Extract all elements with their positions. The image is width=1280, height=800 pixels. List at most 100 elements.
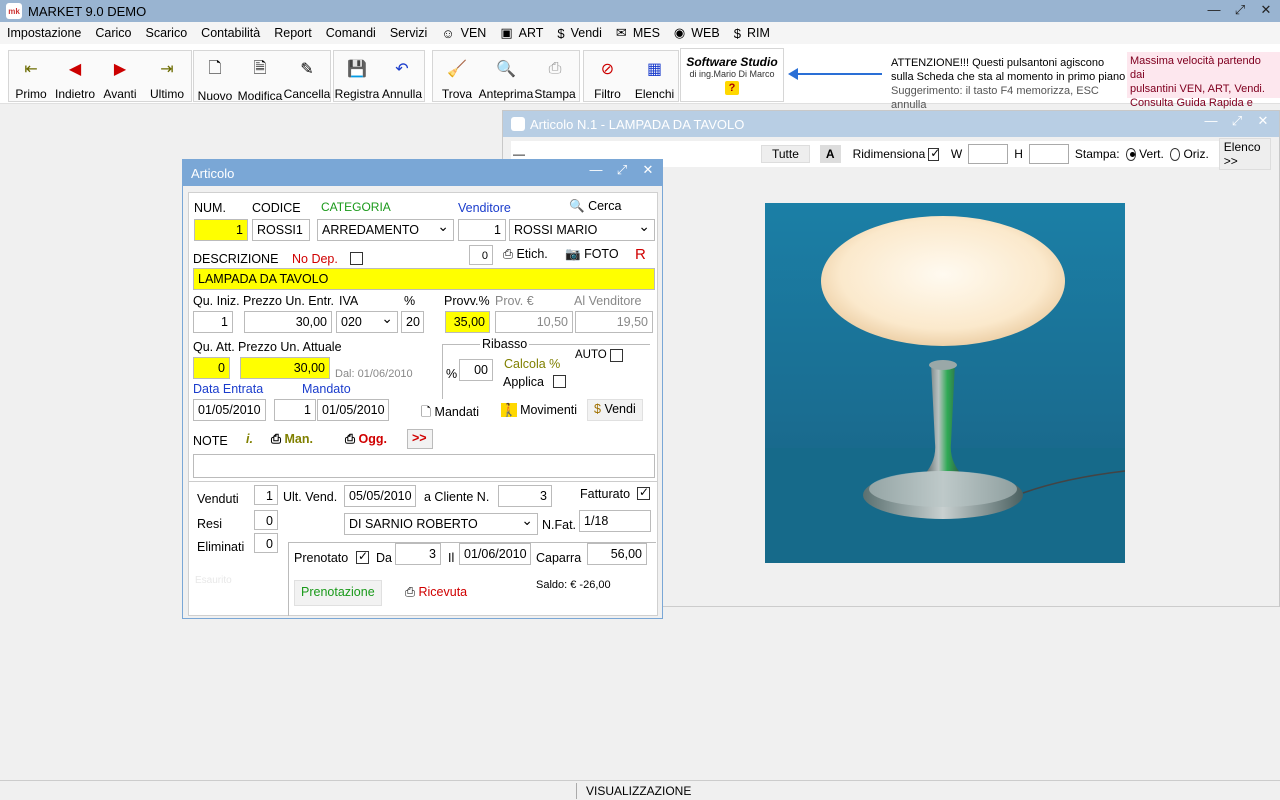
height-input[interactable] [1028,144,1069,164]
vendi-button[interactable]: $ Vendi [587,399,643,421]
menu-comandi[interactable]: Comandi [326,26,376,40]
data-entrata-input[interactable]: 01/05/2010 [193,399,266,421]
list-icon: ▦ [646,61,663,78]
prezzo-entr-input[interactable]: 30,00 [244,311,332,333]
elenco-button[interactable]: Elenco >> [1218,138,1272,170]
maximize-icon[interactable]: ⤢ [614,162,630,178]
stampa-button[interactable]: ⎙ Stampa [531,51,579,101]
filtro-button[interactable]: ⊘ Filtro [584,51,631,101]
tutte-button[interactable]: Tutte [761,145,810,163]
rib-perc-input[interactable]: 00 [459,359,493,381]
caparra-input[interactable]: 56,00 [587,543,647,565]
trova-button[interactable]: 🧹 Trova [433,51,481,101]
help-button[interactable]: ? [725,81,739,95]
ridimensiona-checkbox[interactable] [928,146,940,161]
anteprima-button[interactable]: 🔍 Anteprima [479,51,534,101]
menu-contabilit-[interactable]: Contabilità [201,26,260,40]
app-icon [511,117,525,131]
descrizione-input[interactable]: LAMPADA DA TAVOLO [193,268,655,290]
da-input[interactable]: 3 [395,543,441,565]
menu-art[interactable]: ▣ ART [500,25,543,41]
maximize-icon[interactable]: ⤢ [1229,113,1245,129]
more-button[interactable]: >> [407,429,433,449]
menu-icon: ☺ [441,25,455,41]
r-button[interactable]: R [635,246,646,263]
ultimo-button[interactable]: ⇥ Ultimo [143,51,191,101]
menu-report[interactable]: Report [274,26,312,40]
prezzo-att-input[interactable]: 30,00 [240,357,330,379]
fatturato-label: Fatturato [580,487,631,501]
font-button[interactable]: A [819,145,841,163]
menu-carico[interactable]: Carico [95,26,131,40]
close-icon[interactable]: ✕ [1255,113,1271,129]
close-icon[interactable]: ✕ [640,162,656,178]
maximize-icon[interactable]: ⤢ [1232,2,1248,18]
menu-rim[interactable]: $ RIM [734,26,770,41]
fatturato-checkbox[interactable] [637,485,650,500]
avanti-button[interactable]: ▶ Avanti [97,51,143,101]
elenchi-button[interactable]: ▦ Elenchi [631,51,678,101]
etich-button[interactable]: ⎙ Etich. [503,247,548,262]
ogg-button[interactable]: ⎙ Ogg. [345,432,387,447]
movimenti-button[interactable]: 🚶 Movimenti [501,403,577,418]
categoria-select[interactable]: ARREDAMENTO [317,219,454,241]
foto-button[interactable]: 📷 FOTO [565,247,619,262]
menu-scarico[interactable]: Scarico [145,26,187,40]
nuovo-button[interactable]: 🗋 Nuovo [194,51,236,104]
oriz-radio[interactable] [1169,147,1181,161]
new-doc-icon: 🗋 [208,59,222,77]
menu-icon: ◉ [673,25,686,40]
prenotazione-button[interactable]: Prenotazione [294,580,382,606]
modifica-button[interactable]: 🗎 Modifica [236,51,284,104]
menu-impostazione[interactable]: Impostazione [7,26,81,40]
il-label: Il [448,551,455,565]
vert-radio[interactable] [1125,147,1137,161]
menu-bar: Impostazione Carico Scarico Contabilità Repo… [0,22,1280,44]
applica-checkbox[interactable] [553,375,566,388]
minimize-icon[interactable]: — [588,162,604,178]
num-input[interactable]: 1 [194,219,248,241]
menu-web[interactable]: ◉ WEB [674,25,720,41]
qu-iniz-input[interactable]: 1 [193,311,233,333]
registra-button[interactable]: 💾 Registra [334,51,380,101]
nodep-checkbox[interactable] [350,252,363,265]
venditore-id-input[interactable]: 1 [458,219,506,241]
venditore-select[interactable]: ROSSI MARIO [509,219,655,241]
menu-servizi[interactable]: Servizi [390,26,428,40]
menu-vendi[interactable]: $ Vendi [557,26,602,41]
close-icon[interactable]: ✕ [1258,2,1274,18]
mandato-data-input[interactable]: 01/05/2010 [317,399,389,421]
saldo-label: Saldo: € -26,00 [536,579,611,591]
mandato-label: Mandato [302,382,351,396]
il-input[interactable]: 01/06/2010 [459,543,531,565]
mandato-n-input[interactable]: 1 [274,399,316,421]
minimize-icon[interactable]: — [1206,2,1222,18]
mandati-button[interactable]: 🗋 Mandati [421,403,479,424]
perc-input[interactable]: 20 [401,311,424,333]
etich-count-input[interactable]: 0 [469,245,493,265]
annulla-button[interactable]: ↶ Annulla [380,51,424,101]
perc-label: % [404,294,416,308]
codice-input[interactable]: ROSSI1 [252,219,310,241]
provv-perc-input[interactable]: 35,00 [445,311,490,333]
auto-checkbox[interactable] [610,349,623,362]
man-button[interactable]: ⎙ Man. [271,432,313,447]
iva-select[interactable]: 020 [336,311,398,333]
resi-input: 0 [254,510,278,530]
calcola-label: Calcola % [504,357,561,371]
cerca-button[interactable]: 🔍 Cerca [569,199,621,214]
note-input[interactable] [193,454,655,478]
info-button[interactable]: i. [246,432,253,446]
qu-att-input[interactable]: 0 [193,357,230,379]
menu-ven[interactable]: ☺ VEN [441,26,486,41]
indietro-button[interactable]: ◀ Indietro [53,51,97,101]
width-input[interactable] [968,144,1009,164]
ricevuta-button[interactable]: ⎙ Ricevuta [405,585,467,600]
menu-mes[interactable]: ✉ MES [616,25,660,41]
primo-button[interactable]: ⇤ Primo [9,51,53,101]
cancella-button[interactable]: ✎ Cancella [284,51,331,101]
prenotato-checkbox[interactable] [356,549,369,564]
cliente-select[interactable]: DI SARNIO ROBERTO [344,513,538,535]
undo-icon: ↶ [395,61,409,78]
minimize-icon[interactable]: — [1203,113,1219,129]
